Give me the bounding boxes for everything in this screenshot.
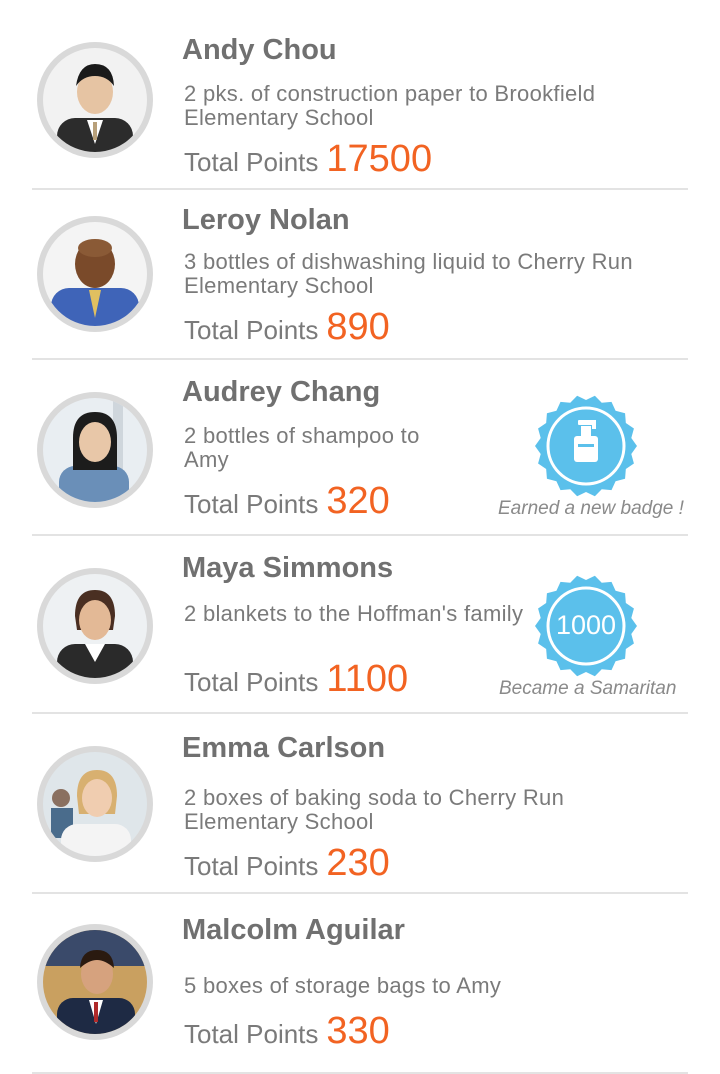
- new-badge[interactable]: [534, 394, 638, 498]
- points-label: Total Points: [184, 489, 319, 519]
- avatar[interactable]: [37, 216, 153, 332]
- total-points: Total Points 330: [184, 1010, 390, 1053]
- badge-number: 1000: [555, 610, 617, 640]
- total-points: Total Points 320: [184, 480, 390, 523]
- avatar[interactable]: [37, 746, 153, 862]
- donation-description: 3 bottles of dishwashing liquid to Cherr…: [184, 249, 633, 298]
- badge-caption: Earned a new badge !: [498, 498, 684, 519]
- list-item[interactable]: Andy Chou 2 pks. of construction paper t…: [32, 0, 688, 190]
- donor-name: Audrey Chang: [182, 376, 381, 408]
- donor-name: Andy Chou: [182, 34, 337, 66]
- donation-description: 2 bottles of shampoo to Amy: [184, 423, 420, 472]
- badge-caption: Became a Samaritan: [499, 678, 677, 699]
- points-label: Total Points: [184, 851, 319, 881]
- points-label: Total Points: [184, 667, 319, 697]
- list-item[interactable]: Audrey Chang 2 bottles of shampoo to Amy…: [32, 360, 688, 536]
- donation-description: 2 boxes of baking soda to Cherry Run Ele…: [184, 785, 565, 834]
- list-item[interactable]: Leroy Nolan 3 bottles of dishwashing liq…: [32, 190, 688, 360]
- donor-name: Emma Carlson: [182, 732, 386, 764]
- avatar-photo: [43, 930, 147, 1034]
- points-label: Total Points: [184, 315, 319, 345]
- points-value: 330: [326, 1010, 390, 1052]
- avatar[interactable]: [37, 568, 153, 684]
- donor-name: Leroy Nolan: [182, 204, 350, 236]
- total-points: Total Points 1100: [184, 658, 408, 701]
- points-label: Total Points: [184, 147, 319, 177]
- points-value: 320: [326, 480, 390, 522]
- avatar-photo: [43, 48, 147, 152]
- samaritan-badge[interactable]: 1000: [534, 574, 638, 678]
- points-value: 1100: [326, 658, 409, 700]
- points-value: 230: [326, 842, 390, 884]
- avatar[interactable]: [37, 924, 153, 1040]
- donor-name: Malcolm Aguilar: [182, 914, 405, 946]
- badge-seal-icon: [535, 395, 637, 497]
- avatar-photo: [43, 752, 147, 856]
- avatar[interactable]: [37, 392, 153, 508]
- points-value: 890: [326, 306, 390, 348]
- total-points: Total Points 890: [184, 306, 390, 349]
- activity-feed: Andy Chou 2 pks. of construction paper t…: [0, 0, 720, 1074]
- avatar-photo: [43, 222, 147, 326]
- list-item[interactable]: Malcolm Aguilar 5 boxes of storage bags …: [32, 894, 688, 1074]
- donation-description: 5 boxes of storage bags to Amy: [184, 973, 502, 998]
- list-item[interactable]: Maya Simmons 2 blankets to the Hoffman's…: [32, 536, 688, 714]
- list-item[interactable]: Emma Carlson 2 boxes of baking soda to C…: [32, 714, 688, 894]
- points-value: 17500: [326, 138, 433, 180]
- donation-description: 2 blankets to the Hoffman's family: [184, 601, 524, 626]
- avatar-photo: [43, 574, 147, 678]
- points-label: Total Points: [184, 1019, 319, 1049]
- donor-name: Maya Simmons: [182, 552, 394, 584]
- total-points: Total Points 230: [184, 842, 390, 885]
- avatar-photo: [43, 398, 147, 502]
- donation-description: 2 pks. of construction paper to Brookfie…: [184, 81, 596, 130]
- total-points: Total Points 17500: [184, 138, 432, 181]
- avatar[interactable]: [37, 42, 153, 158]
